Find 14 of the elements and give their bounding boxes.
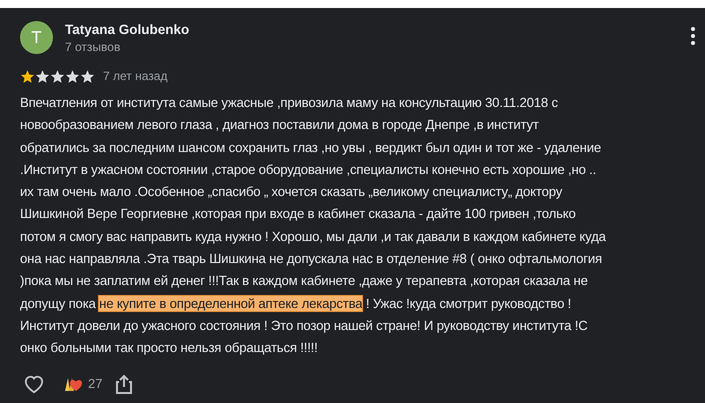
review-count: 7 отзывов: [65, 39, 122, 55]
like-icon[interactable]: [23, 374, 45, 394]
author-name[interactable]: Tatyana Golubenko: [65, 21, 190, 39]
review-time: 7 лет назад: [103, 68, 168, 85]
star-icon: [65, 68, 80, 84]
star-icon: [50, 68, 65, 84]
star-icon: [80, 68, 95, 84]
share-icon[interactable]: [116, 374, 132, 394]
star-icon: [35, 68, 50, 84]
reaction-count: 27: [88, 374, 102, 393]
star-icon: [20, 68, 35, 84]
more-options-icon[interactable]: [689, 27, 697, 45]
avatar: T: [20, 21, 53, 54]
review-text: Впечатления от института самые ужасные ,привозила маму на консультацию 30.11.2018 с новообразованием левого глаза , диагноз поставили дома в городе Днепре ,в институт обратились за последним шансом сохранить глаз ,но увы , вердикт был один и тот же - удаление .Институт в ужасном состоянии ,старое оборудование ,специалисты конечно есть хорошие ,но .. их там очень мало .Особенное „спасибо „ хочется сказать „великому специалисту„ доктору Шишкиной Вере Георгиевне ,которая при входе в кабинет сказала - дайте 100 гривен ,только потом я смогу вас направить куда нужно ! Хорошо, мы дали ,и так давали в каждом кабинете куда она нас направляла .Эта тварь Шишкина не допускала нас в отделение #8 ( онко офтальмология )пока мы не заплатим ей денег !!!Так в каждом кабинете ,даже у терапевта ,которая сказала не допущу пока не купите в определенной аптеке лекарства ! Ужас !куда смотрит руководство ! Институт довели до ужасного состояния ! Это позор нашей стране! И руководству института !С онко больными так просто нельзя обращаться !!!!!: [20, 94, 607, 358]
